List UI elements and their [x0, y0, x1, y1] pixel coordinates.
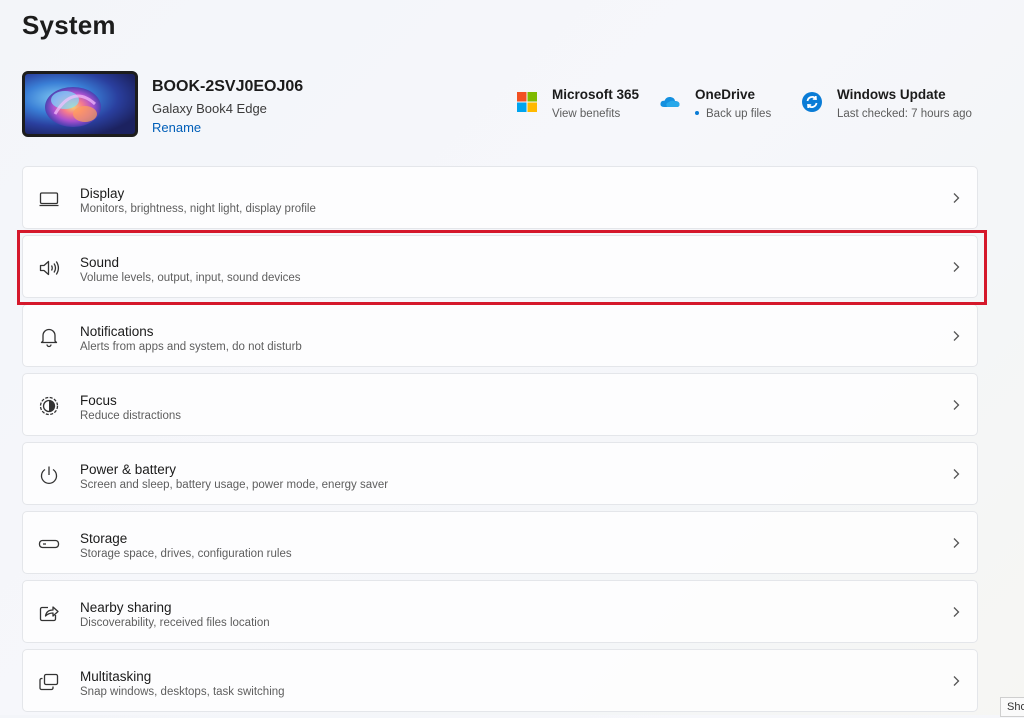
chevron-right-icon	[949, 260, 963, 274]
setting-title: Power & battery	[80, 462, 177, 477]
corner-tooltip: Sho	[1000, 697, 1024, 717]
chevron-right-icon	[949, 674, 963, 688]
chevron-right-icon	[949, 191, 963, 205]
onedrive-subtitle: Back up files	[695, 106, 771, 122]
page-title: System	[22, 10, 116, 40]
setting-title: Storage	[80, 531, 128, 546]
microsoft-365-icon	[516, 91, 538, 113]
setting-title: Nearby sharing	[80, 600, 172, 615]
setting-title: Notifications	[80, 324, 154, 339]
setting-sound[interactable]: Sound Volume levels, output, input, soun…	[22, 235, 978, 298]
windows-update-link[interactable]: Windows Update Last checked: 7 hours ago	[801, 86, 972, 122]
microsoft-365-title: Microsoft 365	[552, 87, 640, 102]
focus-icon	[38, 395, 60, 417]
setting-description: Reduce distractions	[80, 410, 181, 422]
setting-title: Focus	[80, 393, 117, 408]
chevron-right-icon	[949, 467, 963, 481]
bell-icon	[38, 326, 60, 348]
power-icon	[38, 464, 60, 486]
setting-storage[interactable]: Storage Storage space, drives, configura…	[22, 511, 978, 574]
display-icon	[38, 188, 60, 210]
microsoft-365-link[interactable]: Microsoft 365 View benefits	[516, 86, 639, 122]
setting-description: Storage space, drives, configuration rul…	[80, 548, 292, 560]
onedrive-status-text: Back up files	[706, 108, 772, 120]
chevron-right-icon	[949, 536, 963, 550]
setting-focus[interactable]: Focus Reduce distractions	[22, 373, 978, 436]
onedrive-icon	[659, 91, 681, 113]
onedrive-link[interactable]: OneDrive Back up files	[659, 86, 771, 122]
rename-link[interactable]: Rename	[152, 120, 201, 135]
setting-power-battery[interactable]: Power & battery Screen and sleep, batter…	[22, 442, 978, 505]
setting-description: Snap windows, desktops, task switching	[80, 686, 285, 698]
windows-update-subtitle: Last checked: 7 hours ago	[837, 108, 972, 120]
windows-update-title: Windows Update	[837, 87, 946, 102]
settings-list: Display Monitors, brightness, night ligh…	[22, 166, 978, 718]
setting-title: Multitasking	[80, 669, 152, 684]
chevron-right-icon	[949, 605, 963, 619]
setting-multitasking[interactable]: Multitasking Snap windows, desktops, tas…	[22, 649, 978, 712]
share-icon	[38, 602, 60, 624]
setting-description: Alerts from apps and system, do not dist…	[80, 341, 302, 353]
setting-title: Display	[80, 186, 125, 201]
setting-notifications[interactable]: Notifications Alerts from apps and syste…	[22, 304, 978, 367]
storage-icon	[38, 533, 60, 555]
setting-title: Sound	[80, 255, 120, 270]
windows-update-icon	[801, 91, 823, 113]
setting-description: Discoverability, received files location	[80, 617, 270, 629]
setting-display[interactable]: Display Monitors, brightness, night ligh…	[22, 166, 978, 229]
microsoft-365-subtitle: View benefits	[552, 108, 621, 120]
device-model: Galaxy Book4 Edge	[152, 101, 267, 116]
device-name: BOOK-2SVJ0EOJ06	[152, 78, 304, 95]
speaker-icon	[38, 257, 60, 279]
multitasking-icon	[38, 671, 60, 693]
onedrive-title: OneDrive	[695, 87, 756, 102]
setting-description: Monitors, brightness, night light, displ…	[80, 203, 316, 215]
setting-description: Screen and sleep, battery usage, power m…	[80, 479, 389, 491]
status-dot	[695, 110, 699, 115]
device-wallpaper-thumbnail	[22, 71, 138, 137]
chevron-right-icon	[949, 329, 963, 343]
setting-description: Volume levels, output, input, sound devi…	[80, 272, 301, 284]
setting-nearby-sharing[interactable]: Nearby sharing Discoverability, received…	[22, 580, 978, 643]
chevron-right-icon	[949, 398, 963, 412]
